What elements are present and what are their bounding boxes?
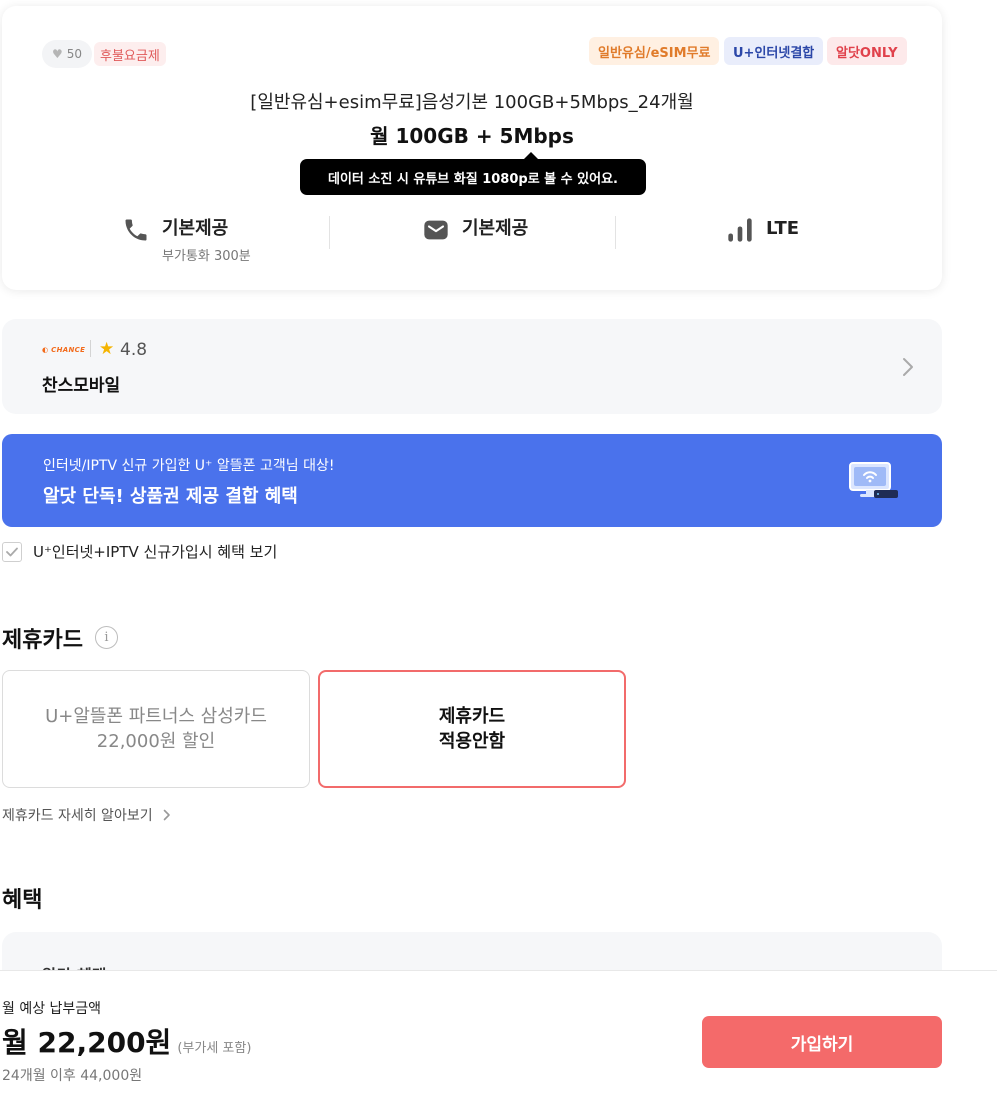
pay-amount: 월 22,200원 (부가세 포함)	[2, 1021, 251, 1061]
heart-icon: ♥	[52, 47, 63, 61]
feature-network: LTE	[726, 216, 799, 248]
carrier-rating: 4.8	[120, 340, 148, 360]
call-value: 기본제공	[162, 218, 229, 239]
carrier-logo: ◐ CHANCE	[42, 346, 86, 354]
pay-label: 월 예상 납부금액	[2, 1001, 102, 1017]
card-option-name: U+알뜰폰 파트너스 삼성카드	[45, 706, 267, 727]
benefits-section-title: 혜택	[2, 888, 43, 913]
tag-internet-bundle: U+인터넷결합	[724, 37, 824, 65]
join-button[interactable]: 가입하기	[702, 1016, 942, 1068]
chevron-right-icon[interactable]	[902, 357, 914, 381]
signal-icon	[726, 216, 754, 248]
data-tooltip: 데이터 소진 시 유튜브 화질 1080p로 볼 수 있어요.	[300, 152, 646, 195]
after-period-price: 24개월 이후 44,000원	[2, 1068, 143, 1084]
carrier-divider	[90, 340, 91, 357]
sms-value: 기본제공	[462, 218, 529, 239]
feature-call: 기본제공 부가통화 300분	[122, 216, 251, 264]
monthly-amount: 월 22,200원	[2, 1026, 172, 1059]
postpay-badge: 후불요금제	[94, 42, 166, 66]
partner-card-more-link[interactable]: 제휴카드 자세히 알아보기	[2, 805, 171, 825]
feature-divider	[615, 216, 616, 249]
carrier-card[interactable]: ◐ CHANCE ★ 4.8 찬스모바일	[2, 319, 942, 414]
banner-subtitle: 인터넷/IPTV 신규 가입한 U⁺ 알뜰폰 고객님 대상!	[43, 458, 335, 474]
carrier-name: 찬스모바일	[42, 376, 121, 396]
like-badge[interactable]: ♥ 50	[42, 40, 93, 68]
bottom-pay-bar: 월 예상 납부금액 월 22,200원 (부가세 포함) 24개월 이후 44,…	[0, 970, 997, 1112]
network-value: LTE	[766, 218, 800, 239]
bundle-benefit-banner[interactable]: 인터넷/IPTV 신규 가입한 U⁺ 알뜰폰 고객님 대상! 알닷 단독! 상품…	[2, 434, 942, 527]
plan-data-summary: 월 100GB + 5Mbps	[370, 124, 574, 148]
call-extra: 부가통화 300분	[162, 249, 251, 264]
chevron-right-icon	[163, 809, 170, 821]
plan-name: [일반유심+esim무료]음성기본 100GB+5Mbps_24개월	[250, 92, 694, 113]
like-count: 50	[66, 47, 83, 61]
vat-note: (부가세 포함)	[177, 1041, 252, 1056]
info-icon[interactable]: i	[95, 626, 118, 649]
message-icon	[422, 216, 450, 248]
partner-card-more-label: 제휴카드 자세히 알아보기	[2, 808, 153, 824]
benefit-checkbox[interactable]	[2, 542, 22, 562]
benefit-checkbox-label[interactable]: U⁺인터넷+IPTV 신규가입시 혜택 보기	[33, 541, 277, 562]
tv-settop-icon	[848, 461, 900, 505]
phone-icon	[122, 216, 150, 248]
feature-sms: 기본제공	[422, 216, 528, 248]
partner-card-section-title: 제휴카드	[2, 628, 83, 653]
card-option-discount: 22,000원 할인	[96, 731, 216, 752]
card-option-samsung[interactable]: U+알뜰폰 파트너스 삼성카드 22,000원 할인	[2, 670, 310, 788]
card-option-name: 제휴카드	[438, 706, 506, 727]
tag-usim-free: 일반유심/eSIM무료	[589, 37, 720, 65]
plan-card: ♥ 50 후불요금제 일반유심/eSIM무료 U+인터넷결합 알닷ONLY [일…	[2, 6, 942, 290]
star-icon: ★	[99, 339, 115, 359]
tag-aldot-only: 알닷ONLY	[827, 37, 907, 65]
banner-title: 알닷 단독! 상품권 제공 결합 혜택	[43, 486, 298, 507]
card-option-none[interactable]: 제휴카드 적용안함	[318, 670, 626, 788]
feature-divider	[329, 216, 330, 249]
card-option-status: 적용안함	[438, 731, 506, 752]
